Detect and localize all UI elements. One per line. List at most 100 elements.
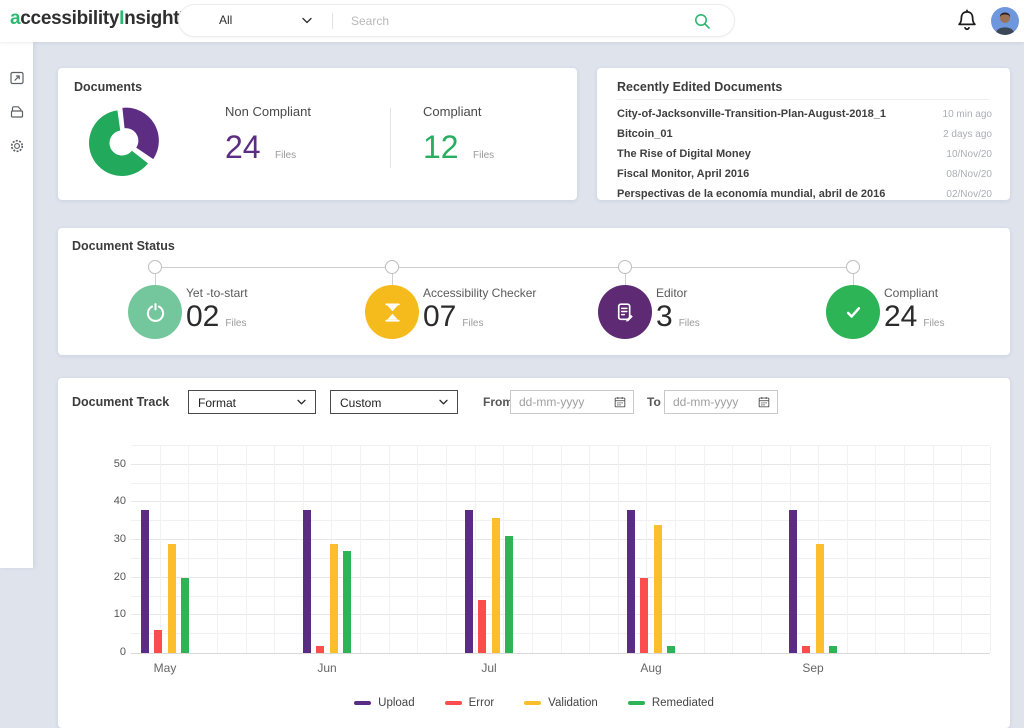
- recent-document-row[interactable]: Perspectivas de la economía mundial, abr…: [617, 185, 992, 205]
- status-unit: Files: [679, 318, 700, 329]
- search-bar: All: [178, 4, 735, 37]
- documents-card-title: Documents: [74, 80, 142, 94]
- legend-item-error[interactable]: Error: [445, 697, 495, 709]
- gridline: [732, 446, 733, 653]
- legend-item-upload[interactable]: Upload: [354, 697, 414, 709]
- recent-document-row[interactable]: Bitcoin_01 2 days ago: [617, 125, 992, 145]
- x-tick-label: Sep: [783, 661, 843, 675]
- y-tick-label: 10: [100, 608, 126, 620]
- status-unit: Files: [923, 318, 944, 329]
- app-logo: accessibilityInsight™: [10, 8, 187, 30]
- documents-donut-chart: [78, 96, 170, 188]
- gridline: [532, 446, 533, 653]
- format-select[interactable]: Format: [188, 390, 316, 414]
- gridline: [217, 446, 218, 653]
- y-tick-label: 20: [100, 571, 126, 583]
- timeline-connector: [155, 274, 156, 285]
- document-name: Fiscal Monitor, April 2016: [617, 168, 749, 180]
- compliant-count: 12: [423, 129, 459, 165]
- search-icon[interactable]: [693, 12, 712, 31]
- bar-error-jul: [478, 600, 486, 653]
- timeline-connector: [853, 274, 854, 285]
- from-label: From: [483, 395, 513, 409]
- document-name: Bitcoin_01: [617, 128, 673, 140]
- status-count: 24Files: [884, 300, 945, 334]
- legend-swatch: [445, 701, 462, 705]
- gridline: [990, 446, 991, 653]
- gridline: [589, 446, 590, 653]
- bar-remediated-sep: [829, 646, 837, 654]
- legend-label: Error: [469, 697, 495, 709]
- legend-item-validation[interactable]: Validation: [524, 697, 598, 709]
- from-date-input[interactable]: [519, 392, 597, 412]
- bar-error-may: [154, 630, 162, 653]
- document-name: The Rise of Digital Money: [617, 148, 751, 160]
- bar-validation-jun: [330, 544, 338, 653]
- bar-remediated-jun: [343, 551, 351, 653]
- documents-card: Documents Non Compliant 24 Files Complia…: [58, 68, 577, 200]
- recently-edited-card: Recently Edited Documents City-of-Jackso…: [597, 68, 1010, 200]
- bar-remediated-may: [181, 578, 189, 653]
- drawer-icon[interactable]: [9, 104, 25, 120]
- launch-icon[interactable]: [9, 70, 25, 86]
- status-circle-yet-to-start: [128, 285, 182, 339]
- gridline: [274, 446, 275, 653]
- status-unit: Files: [462, 318, 483, 329]
- gridline: [704, 446, 705, 653]
- y-tick-label: 0: [100, 646, 126, 658]
- bar-upload-jul: [465, 510, 473, 653]
- recent-document-row[interactable]: City-of-Jacksonville-Transition-Plan-Aug…: [617, 105, 992, 125]
- notifications-bell-icon[interactable]: [954, 8, 980, 34]
- legend-label: Upload: [378, 697, 414, 709]
- range-select[interactable]: Custom: [330, 390, 458, 414]
- legend-swatch: [354, 701, 371, 705]
- recent-document-row[interactable]: Fiscal Monitor, April 2016 08/Nov/20: [617, 165, 992, 185]
- hourglass-icon: [380, 300, 405, 325]
- bar-remediated-aug: [667, 646, 675, 654]
- settings-gear-icon[interactable]: [9, 138, 25, 154]
- y-tick-label: 50: [100, 458, 126, 470]
- gridline: [417, 446, 418, 653]
- compliant-unit: Files: [473, 150, 494, 161]
- range-select-value: Custom: [340, 396, 381, 410]
- non-compliant-unit: Files: [275, 150, 296, 161]
- gridline: [961, 446, 962, 653]
- timeline-node: [846, 260, 860, 274]
- document-time: 02/Nov/20: [946, 189, 992, 200]
- search-input[interactable]: [351, 6, 681, 35]
- document-track-title: Document Track: [72, 395, 169, 409]
- gridline: [618, 446, 619, 653]
- document-time: 2 days ago: [943, 129, 992, 140]
- bar-validation-aug: [654, 525, 662, 653]
- bar-upload-sep: [789, 510, 797, 653]
- legend-item-remediated[interactable]: Remediated: [628, 697, 714, 709]
- bar-validation-sep: [816, 544, 824, 653]
- to-date-field: [664, 390, 778, 414]
- recent-document-row[interactable]: The Rise of Digital Money 10/Nov/20: [617, 145, 992, 165]
- to-date-input[interactable]: [673, 392, 751, 412]
- user-avatar[interactable]: [991, 7, 1019, 35]
- gridline: [933, 446, 934, 653]
- legend-swatch: [628, 701, 645, 705]
- gridline: [246, 446, 247, 653]
- document-time: 08/Nov/20: [946, 169, 992, 180]
- document-time: 10/Nov/20: [946, 149, 992, 160]
- timeline-connector: [392, 274, 393, 285]
- gridline: [847, 446, 848, 653]
- gridline: [761, 446, 762, 653]
- status-unit: Files: [225, 318, 246, 329]
- from-date-field: [510, 390, 634, 414]
- x-tick-label: Jul: [459, 661, 519, 675]
- y-tick-label: 40: [100, 495, 126, 507]
- calendar-icon[interactable]: [757, 395, 771, 409]
- gridline: [446, 446, 447, 653]
- timeline-node: [148, 260, 162, 274]
- status-circle-accessibility-checker: [365, 285, 419, 339]
- search-filter-dropdown[interactable]: All: [179, 5, 331, 36]
- document-time: 10 min ago: [943, 109, 992, 120]
- gridline: [389, 446, 390, 653]
- calendar-icon[interactable]: [613, 395, 627, 409]
- x-axis-line: [131, 653, 990, 654]
- status-circle-editor: [598, 285, 652, 339]
- chevron-down-icon: [301, 17, 313, 25]
